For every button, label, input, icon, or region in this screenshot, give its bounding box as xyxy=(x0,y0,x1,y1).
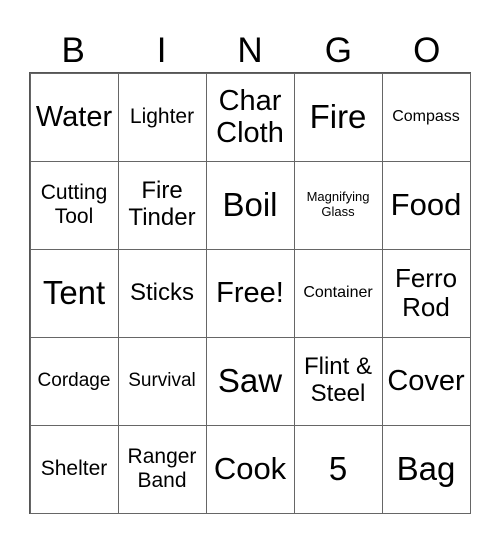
bingo-cell[interactable]: Tent xyxy=(29,248,119,338)
header-letter-o: O xyxy=(413,31,441,70)
bingo-cell[interactable]: Container xyxy=(293,248,383,338)
bingo-cell[interactable]: Water xyxy=(29,72,119,162)
bingo-cell[interactable]: Fire Tinder xyxy=(117,160,207,250)
bingo-cell[interactable]: Char Cloth xyxy=(205,72,295,162)
bingo-cell[interactable]: 5 xyxy=(293,424,383,514)
bingo-cell[interactable]: Cook xyxy=(205,424,295,514)
bingo-cell[interactable]: Shelter xyxy=(29,424,119,514)
bingo-card: Water Lighter Char Cloth Fire Compass Cu… xyxy=(29,72,471,514)
bingo-cell[interactable]: Cover xyxy=(381,336,471,426)
bingo-cell[interactable]: Lighter xyxy=(117,72,207,162)
bingo-cell[interactable]: Boil xyxy=(205,160,295,250)
bingo-cell[interactable]: Ferro Rod xyxy=(381,248,471,338)
bingo-cell[interactable]: Cordage xyxy=(29,336,119,426)
header-letter-b: B xyxy=(61,31,85,70)
bingo-cell[interactable]: Cutting Tool xyxy=(29,160,119,250)
bingo-cell[interactable]: Food xyxy=(381,160,471,250)
header-letter-g: G xyxy=(324,31,352,70)
bingo-cell[interactable]: Fire xyxy=(293,72,383,162)
bingo-cell[interactable]: Saw xyxy=(205,336,295,426)
bingo-cell[interactable]: Flint & Steel xyxy=(293,336,383,426)
bingo-cell[interactable]: Compass xyxy=(381,72,471,162)
bingo-cell[interactable]: Ranger Band xyxy=(117,424,207,514)
bingo-cell[interactable]: Magnifying Glass xyxy=(293,160,383,250)
free-space-cell[interactable]: Free! xyxy=(205,248,295,338)
bingo-header: B I N G O xyxy=(29,30,471,72)
bingo-cell[interactable]: Survival xyxy=(117,336,207,426)
header-letter-n: N xyxy=(237,31,263,70)
bingo-cell[interactable]: Bag xyxy=(381,424,471,514)
header-letter-i: I xyxy=(156,31,167,70)
bingo-cell[interactable]: Sticks xyxy=(117,248,207,338)
